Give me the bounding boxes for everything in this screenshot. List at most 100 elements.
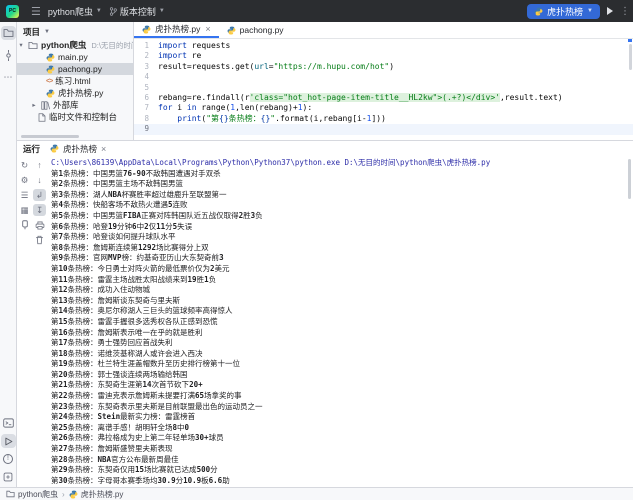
commit-tool-window-button[interactable] <box>1 48 16 62</box>
tree-row-root[interactable]: ▾ python爬虫 D:\无目的时间\py <box>17 39 133 51</box>
console-output-line: 第4条热榜：快船客场不敌热火遭遇5连败 <box>51 200 633 211</box>
console-output-line: 第21条热榜：东契奇生涯第14次首节砍下20+ <box>51 380 633 391</box>
project-selector-label: python爬虫 <box>48 5 93 18</box>
console-output-line: 第6条热榜：哈登19分钟6中2仅11分5失误 <box>51 222 633 233</box>
python-file-icon <box>46 53 55 62</box>
print-icon[interactable] <box>33 219 46 231</box>
breadcrumb-file[interactable]: 虎扑热榜.py <box>69 489 124 500</box>
project-tool-window-button[interactable] <box>1 26 16 40</box>
settings-icon[interactable]: ⚙ <box>18 174 31 186</box>
console-output-line: 第16条热榜：詹姆斯表示唯一在乎的就是胜利 <box>51 328 633 339</box>
run-tab[interactable]: 虎扑热榜 × <box>50 143 106 155</box>
project-selector[interactable]: python爬虫 ▼ <box>48 5 102 18</box>
run-configuration-selector[interactable]: 虎扑热榜 ▼ <box>527 4 600 19</box>
console-output-line: 第1条热榜：中国男篮76-90不敌韩国遭遇对手双杀 <box>51 169 633 180</box>
tree-root-name: python爬虫 <box>41 39 86 51</box>
tree-file-label: 练习.html <box>55 75 90 87</box>
git-branch-icon <box>109 7 117 16</box>
main-menu-icon[interactable]: ☰ <box>31 5 41 18</box>
run-tool-window-button[interactable] <box>1 434 16 448</box>
chevron-down-icon: ▼ <box>587 8 593 14</box>
code-line[interactable]: 1import requests <box>134 41 633 51</box>
down-stack-trace-icon[interactable]: ↓ <box>33 174 46 186</box>
up-stack-trace-icon[interactable]: ↑ <box>33 159 46 171</box>
run-tab-label: 虎扑热榜 <box>63 143 97 155</box>
terminal-tool-window-button[interactable] <box>1 416 16 430</box>
tab-label: 虎扑热榜.py <box>155 23 200 35</box>
line-number: 1 <box>134 41 158 51</box>
console-output-line: 第29条热榜：东契奇仅用15场比赛就已达成500分 <box>51 465 633 476</box>
breadcrumb-project[interactable]: python爬虫 <box>6 489 58 500</box>
tree-row-file[interactable]: 虎扑热榜.py <box>17 87 133 99</box>
tree-file-label: 虎扑热榜.py <box>58 87 103 99</box>
problems-tool-window-button[interactable]: ! <box>1 452 16 466</box>
tree-row-node[interactable]: ▸外部库 <box>17 99 133 111</box>
editor-scrollbar[interactable] <box>629 44 632 70</box>
python-run-config-icon <box>534 7 543 16</box>
editor-tab[interactable]: pachong.py <box>219 22 292 38</box>
console-output-line: 第28条热榜：NBA官方公布最新周最佳 <box>51 455 633 466</box>
run-button[interactable] <box>607 7 613 15</box>
pin-tab-icon[interactable] <box>18 219 31 231</box>
console-output-line: 第12条热榜：成功入住动物城 <box>51 285 633 296</box>
terminal-icon <box>3 418 14 428</box>
clear-console-icon[interactable] <box>33 234 46 246</box>
chevron-down-icon: ▼ <box>96 8 102 14</box>
close-icon[interactable]: × <box>101 144 106 154</box>
line-number: 8 <box>134 114 158 124</box>
more-tool-windows-button[interactable]: ⋯ <box>1 70 16 84</box>
chevron-down-icon: ▼ <box>44 29 50 35</box>
console-output-line: 第14条热榜：奥尼尔称湖人三巨头的篮球频率高得惊人 <box>51 306 633 317</box>
content-column: 项目 ▼ ▾python爬虫D:\无目的时间\pymain.pypachong.… <box>17 22 633 487</box>
chevron-right-icon: ▸ <box>30 101 38 109</box>
tree-row-file[interactable]: <>练习.html <box>17 75 133 87</box>
tree-row-file[interactable]: main.py <box>17 51 133 63</box>
code-line[interactable]: 6rebang=re.findall(r'class="hot_hot-page… <box>134 93 633 103</box>
code-line[interactable]: 4 <box>134 72 633 82</box>
code-text: print("第{}条热榜：{}".format(i,rebang[i-1])) <box>158 114 386 124</box>
console-scrollbar[interactable] <box>628 159 631 199</box>
tree-root-path: D:\无目的时间\py <box>91 40 133 51</box>
code-text: import requests <box>158 41 230 51</box>
console-toolbar: ↑ ↓ ↲ ↧ <box>32 156 47 487</box>
run-toolbar: ↻ ⚙ ☰ ▦ <box>17 156 32 487</box>
run-console[interactable]: C:\Users\86139\AppData\Local\Programs\Py… <box>47 156 633 487</box>
tree-row-file[interactable]: pachong.py <box>17 63 133 75</box>
code-editor[interactable]: 1import requests2import re3result=reques… <box>134 39 633 140</box>
tree-row-node[interactable]: 临时文件和控制台 <box>17 111 133 123</box>
rerun-button[interactable]: ↻ <box>18 159 31 171</box>
soft-wrap-icon[interactable]: ↲ <box>33 189 46 201</box>
main-area: ⋯ ! 项目 ▼ <box>0 22 633 487</box>
close-icon[interactable]: × <box>205 24 210 34</box>
layout-settings-icon[interactable]: ▦ <box>18 204 31 216</box>
chevron-down-icon: ▾ <box>17 41 25 49</box>
editor-tab[interactable]: 虎扑热榜.py × <box>134 22 219 38</box>
code-line[interactable]: 3result=requests.get(url="https://m.hupu… <box>134 62 633 72</box>
console-output-line: 第2条热榜：中国男篮主场不敌韩国男篮 <box>51 179 633 190</box>
vcs-widget[interactable]: 版本控制 ▼ <box>109 5 165 18</box>
project-panel: 项目 ▼ ▾ python爬虫 D:\无目的时间\pymain.pypachong.… <box>17 22 134 140</box>
services-tool-window-button[interactable] <box>1 470 16 484</box>
list-view-icon[interactable]: ☰ <box>18 189 31 201</box>
scroll-to-end-icon[interactable]: ↧ <box>33 204 46 216</box>
code-line[interactable]: 7for i in range(1,len(rebang)+1): <box>134 103 633 113</box>
line-number: 6 <box>134 93 158 103</box>
code-line[interactable]: 9 <box>134 124 633 134</box>
project-horizontal-scrollbar[interactable] <box>21 135 79 138</box>
printer-icon <box>35 221 45 230</box>
console-output-line: 第11条热榜：雷霆主场战胜太阳战绩来到19胜1负 <box>51 275 633 286</box>
console-output-line: 第18条热榜：诺维茨基称湖人或许会进入西决 <box>51 349 633 360</box>
project-panel-header[interactable]: 项目 ▼ <box>17 25 133 39</box>
console-output-line: 第13条热榜：詹姆斯谈东契奇与里夫斯 <box>51 296 633 307</box>
pin-icon <box>21 220 29 230</box>
lib-icon <box>41 101 50 110</box>
tool-window-bar: ⋯ ! <box>0 22 17 487</box>
console-command-line: C:\Users\86139\AppData\Local\Programs\Py… <box>51 158 633 169</box>
code-text: import re <box>158 51 201 61</box>
folder-icon <box>3 28 14 38</box>
more-actions-icon[interactable]: ⋮ <box>620 6 630 17</box>
code-line[interactable]: 8 print("第{}条热榜：{}".format(i,rebang[i-1]… <box>134 114 633 124</box>
code-line[interactable]: 2import re <box>134 51 633 61</box>
code-line[interactable]: 5 <box>134 83 633 93</box>
line-number: 3 <box>134 62 158 72</box>
